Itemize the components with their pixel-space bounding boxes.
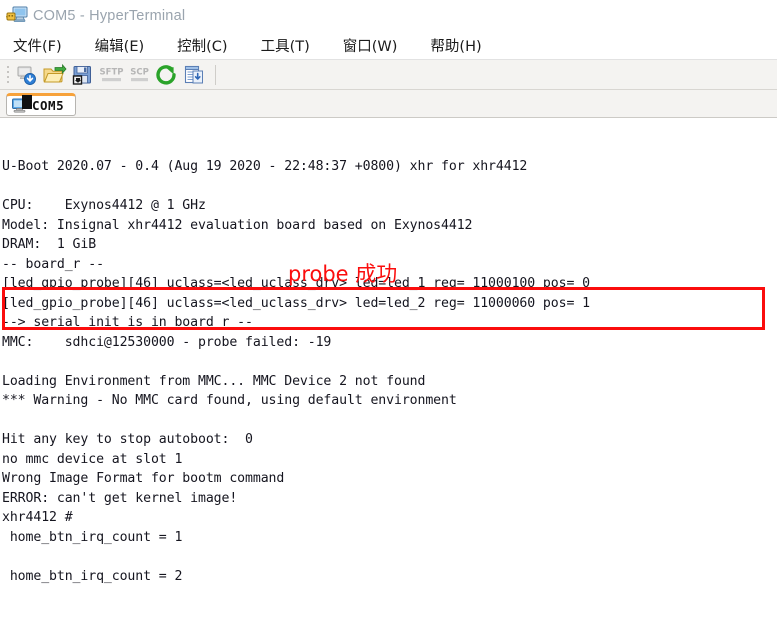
computer-plug-icon	[6, 6, 28, 26]
terminal-line-prompt: xhr4412 #	[2, 510, 73, 525]
terminal-line: Wrong Image Format for bootm command	[2, 471, 285, 486]
terminal-line: CPU: Exynos4412 @ 1 GHz	[2, 198, 206, 213]
terminal-line: MMC: sdhci@12530000 - probe failed: -19	[2, 334, 332, 350]
svg-text:SCP: SCP	[130, 67, 149, 77]
reconnect-icon[interactable]	[154, 63, 179, 87]
terminal-line: *** Warning - No MMC card found, using d…	[2, 393, 457, 408]
terminal-line: --> serial_init is in board_r --	[2, 315, 253, 330]
terminal-line-led-probe-2: [led_gpio_probe][46] uclass=<led_uclass_…	[2, 295, 590, 311]
save-floppy-icon[interactable]	[70, 63, 95, 87]
annotation-probe-success: probe 成功	[288, 262, 398, 286]
terminal-line: home_btn_irq_count = 2	[2, 568, 183, 584]
terminal-line: home_btn_irq_count = 1	[2, 529, 183, 545]
menu-file[interactable]: 文件(F)	[13, 35, 62, 56]
terminal-line: U-Boot 2020.07 - 0.4 (Aug 19 2020 - 22:4…	[2, 159, 528, 174]
menu-control[interactable]: 控制(C)	[177, 35, 227, 56]
window-title: COM5 - HyperTerminal	[33, 7, 186, 24]
tab-com5[interactable]: COM5	[6, 93, 77, 116]
window-titlebar: COM5 - HyperTerminal	[0, 0, 777, 31]
terminal-line: Hit any key to stop autoboot: 0	[2, 432, 253, 447]
terminal-line: DRAM: 1 GiB	[2, 237, 97, 252]
menu-window[interactable]: 窗口(W)	[343, 35, 398, 56]
svg-text:SFTP: SFTP	[100, 67, 124, 77]
toolbar-grip[interactable]	[4, 65, 11, 85]
tab-strip: COM5	[0, 90, 777, 118]
open-folder-icon[interactable]	[42, 63, 67, 87]
menu-edit[interactable]: 编辑(E)	[95, 35, 144, 56]
toolbar-separator	[215, 64, 216, 85]
menu-help[interactable]: 帮助(H)	[430, 35, 481, 56]
toolbar: SFTP SCP	[0, 60, 777, 90]
connect-icon[interactable]	[14, 63, 39, 87]
menu-bar: 文件(F) 编辑(E) 控制(C) 工具(T) 窗口(W) 帮助(H)	[0, 31, 777, 60]
terminal-line: ERROR: can't get kernel image!	[2, 490, 238, 506]
terminal-output[interactable]: U-Boot 2020.07 - 0.4 (Aug 19 2020 - 22:4…	[0, 118, 777, 626]
terminal-line: Model: Insignal xhr4412 evaluation board…	[2, 217, 473, 233]
menu-tools[interactable]: 工具(T)	[261, 35, 310, 56]
scp-icon[interactable]: SCP	[126, 63, 151, 87]
terminal-line: Loading Environment from MMC... MMC Devi…	[2, 373, 426, 389]
terminal-line: no mmc device at slot 1	[2, 451, 183, 467]
log-icon[interactable]	[182, 63, 207, 87]
sftp-icon[interactable]: SFTP	[98, 63, 123, 87]
tab-label: COM5	[32, 98, 65, 113]
tab-text-cursor	[22, 95, 32, 109]
